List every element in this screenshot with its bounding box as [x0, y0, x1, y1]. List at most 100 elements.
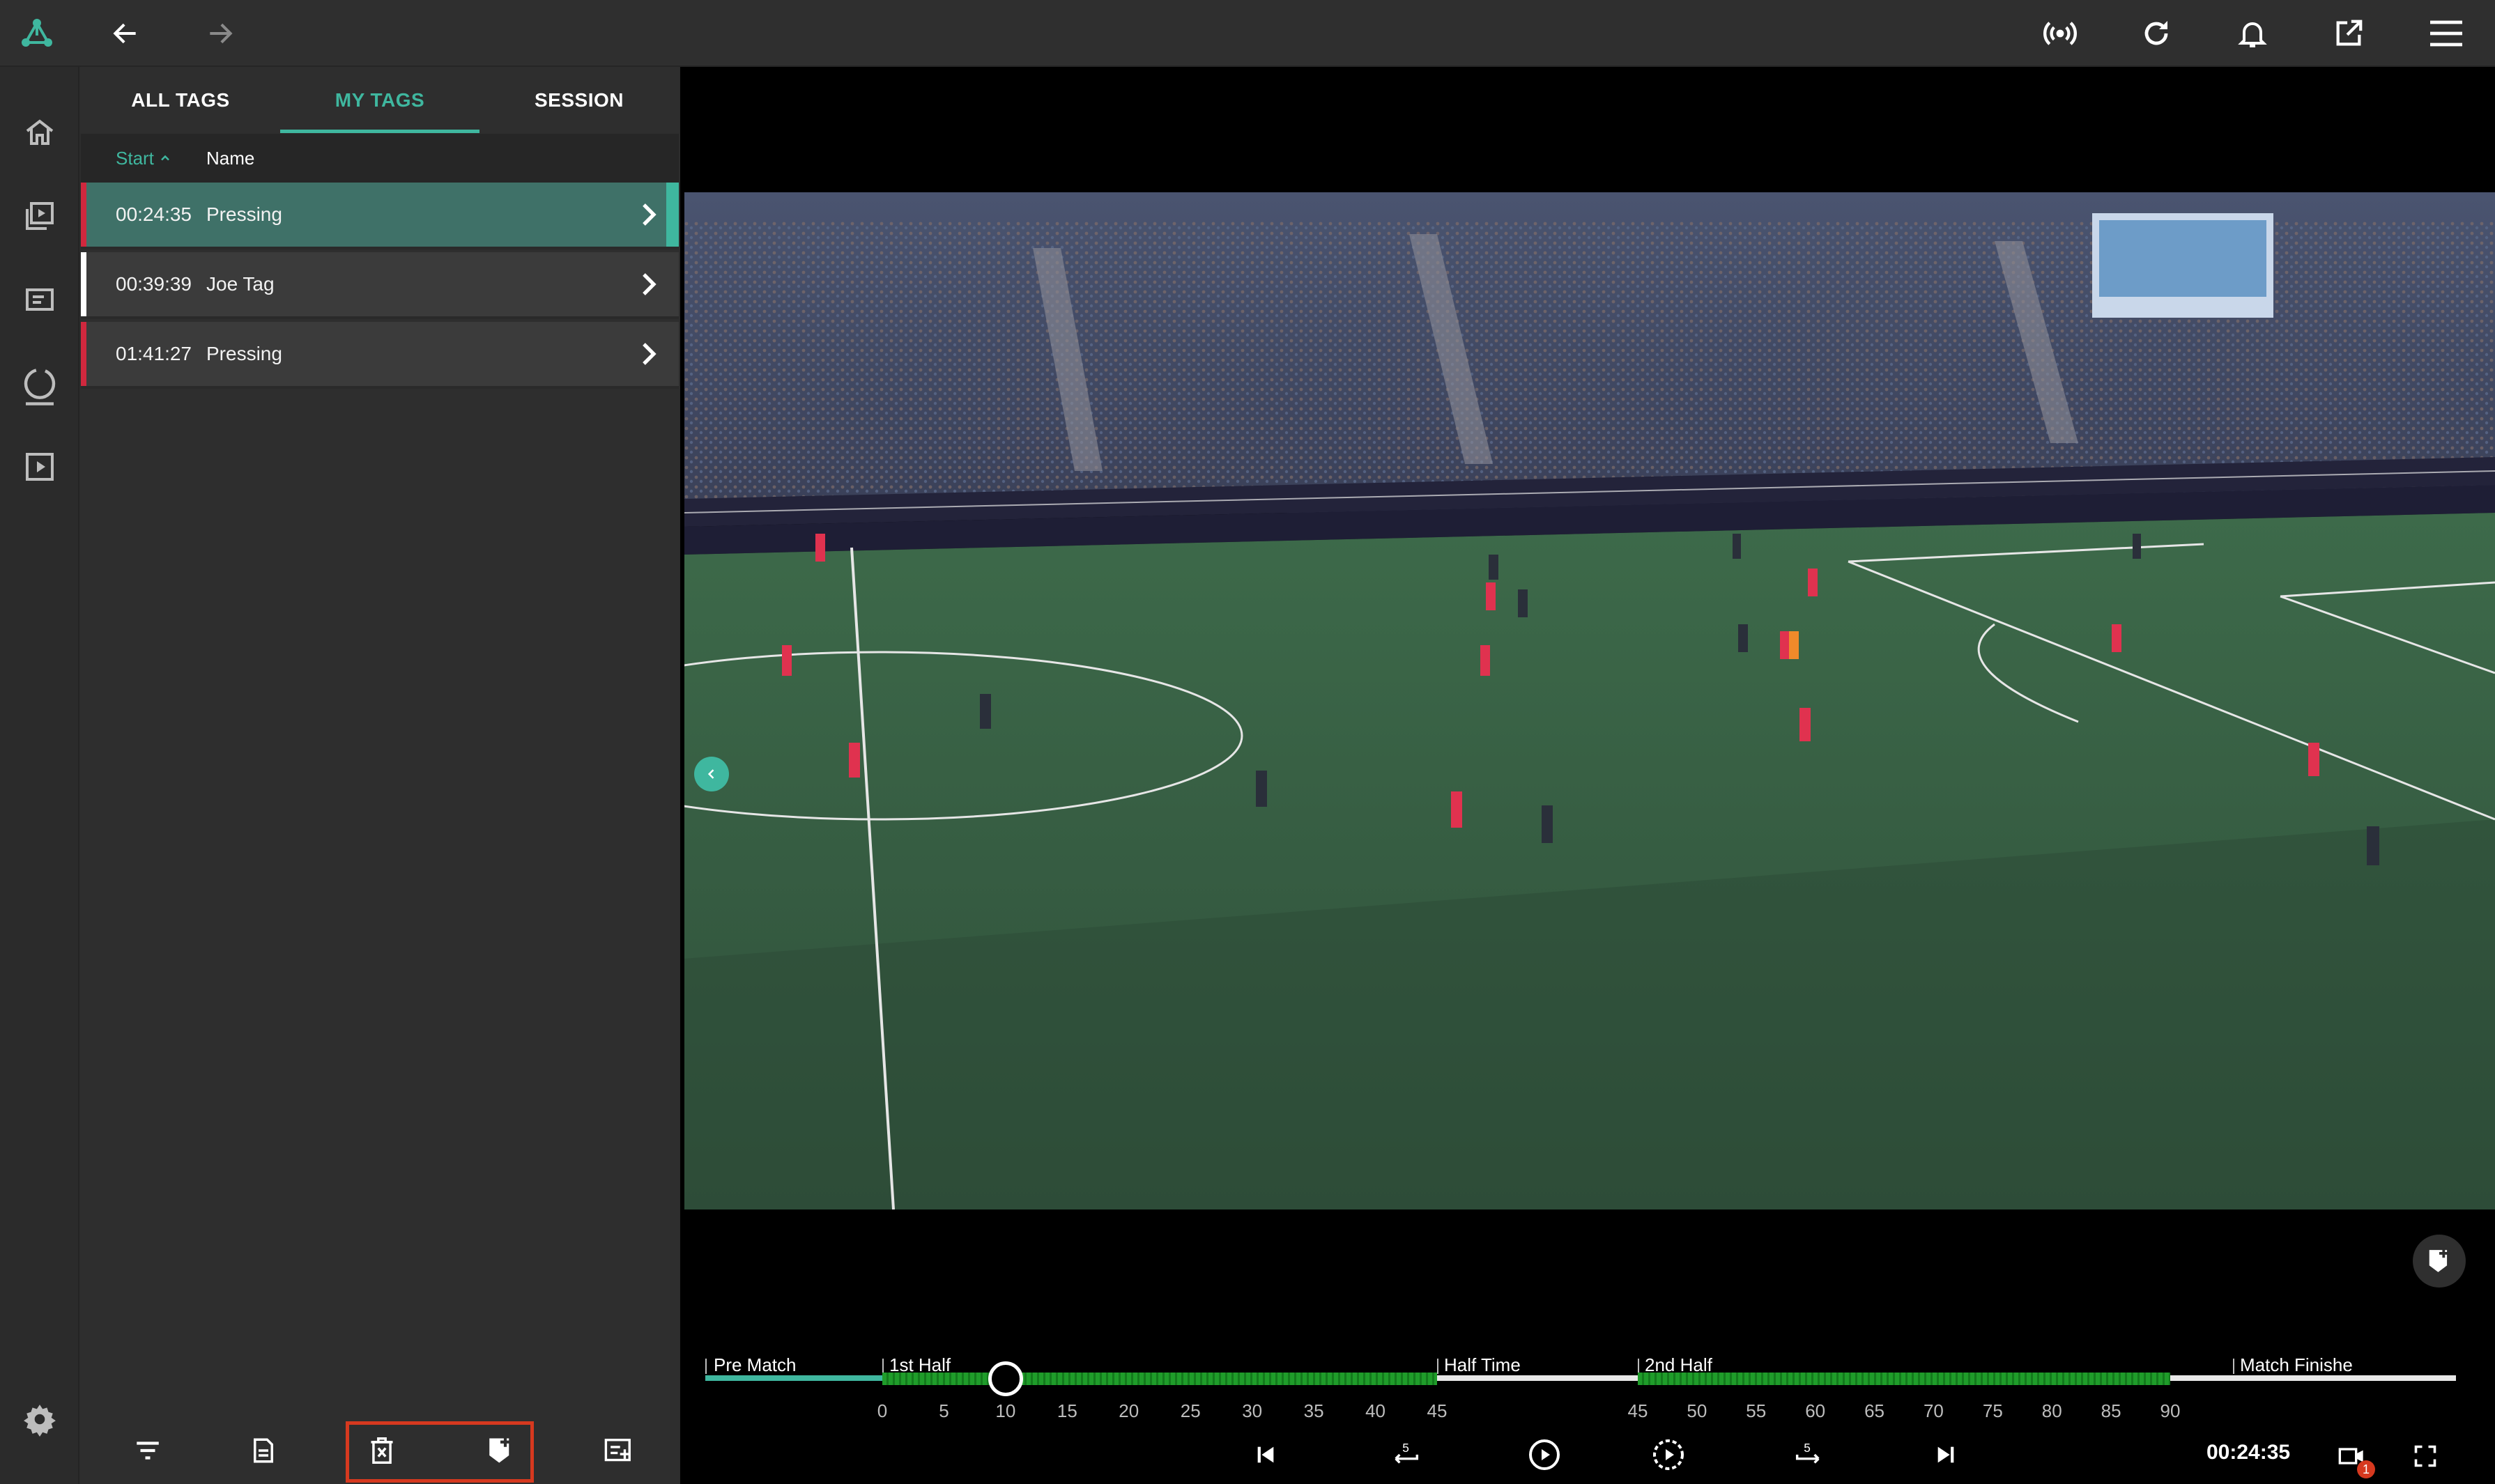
- timeline-bar: Pre Match 1st Half Half Time 2nd Half Ma…: [680, 1331, 2495, 1484]
- menu-icon[interactable]: [2424, 13, 2469, 54]
- add-tag-icon: [2429, 1249, 2448, 1272]
- segment-marker: [1638, 1359, 1639, 1374]
- name-column-label: Name: [206, 147, 255, 169]
- timeline-tick-label: 10: [995, 1400, 1016, 1421]
- broadcast-icon[interactable]: [2039, 13, 2081, 54]
- timeline-tick-label: 65: [1864, 1400, 1885, 1421]
- fast-forward-5-icon[interactable]: 5: [1786, 1432, 1830, 1474]
- panel-toolbar: [81, 1416, 679, 1484]
- skip-previous-icon[interactable]: [1245, 1435, 1287, 1474]
- timeline-tick-label: 75: [1982, 1400, 2003, 1421]
- timeline-tick-label: 5: [939, 1400, 949, 1421]
- timeline-tick-label: 70: [1923, 1400, 1944, 1421]
- tab-all-tags[interactable]: ALL TAGS: [81, 67, 280, 134]
- chevron-left-icon: [707, 769, 714, 779]
- tag-name: Pressing: [206, 343, 282, 364]
- quick-tag-button[interactable]: [2413, 1235, 2466, 1288]
- segment-label-match-finished: Match Finishe: [2240, 1354, 2353, 1375]
- arrow-right-icon[interactable]: [199, 14, 241, 53]
- refresh-icon[interactable]: [2135, 13, 2177, 54]
- collapse-panel-button[interactable]: [694, 757, 729, 791]
- timeline-tick-label: 0: [877, 1400, 888, 1421]
- slow-motion-icon[interactable]: [1646, 1432, 1691, 1477]
- timeline-tick-label: 50: [1687, 1400, 1707, 1421]
- timeline-tick-label: 15: [1057, 1400, 1077, 1421]
- timeline-tick-label: 40: [1365, 1400, 1386, 1421]
- selected-row-indicator: [666, 183, 679, 247]
- tag-name: Joe Tag: [206, 273, 275, 295]
- external-link-icon[interactable]: [2328, 13, 2370, 54]
- timeline-tick-label: 60: [1805, 1400, 1826, 1421]
- timeline-tick-label: 45: [1427, 1400, 1448, 1421]
- skip-next-icon[interactable]: [1925, 1435, 1967, 1474]
- pre-match-progress: [705, 1375, 882, 1381]
- add-to-playlist-icon[interactable]: [594, 1428, 644, 1473]
- segment-marker: [882, 1359, 884, 1374]
- tag-start-time: 01:41:27: [116, 343, 192, 364]
- play-icon[interactable]: [1522, 1432, 1567, 1477]
- tag-start-time: 00:24:35: [116, 203, 192, 225]
- sort-start-header[interactable]: Start: [116, 134, 172, 183]
- active-tab-indicator: [280, 130, 479, 133]
- video-stage: [680, 67, 2495, 1484]
- left-rail: [0, 67, 79, 1484]
- current-time: 00:24:35: [2206, 1441, 2291, 1464]
- bell-icon[interactable]: [2232, 13, 2273, 54]
- tab-session[interactable]: SESSION: [479, 67, 679, 134]
- video-library-icon[interactable]: [15, 194, 64, 238]
- timeline-tick-label: 85: [2101, 1400, 2121, 1421]
- tag-row[interactable]: 00:39:39 Joe Tag: [81, 252, 679, 319]
- segment-marker: [1437, 1359, 1438, 1374]
- tag-color-bar: [81, 322, 86, 386]
- home-icon[interactable]: [15, 110, 64, 155]
- timeline-tick-label: 30: [1242, 1400, 1263, 1421]
- playlist-icon[interactable]: [15, 277, 64, 322]
- second-half-activity: [1638, 1373, 2170, 1385]
- tab-my-tags[interactable]: MY TAGS: [280, 67, 479, 134]
- playhead-handle[interactable]: [988, 1361, 1023, 1396]
- arrow-left-icon[interactable]: [105, 14, 146, 53]
- gear-icon[interactable]: [15, 1396, 64, 1442]
- play-box-icon[interactable]: [15, 445, 64, 489]
- camera-switch-icon[interactable]: 1: [2329, 1435, 2375, 1478]
- tag-row[interactable]: 00:24:35 Pressing: [81, 183, 679, 249]
- timeline-tick-label: 55: [1746, 1400, 1767, 1421]
- svg-text:5: 5: [1402, 1441, 1409, 1455]
- sort-ascending-icon: [161, 155, 169, 161]
- timeline-tick-label: 20: [1119, 1400, 1139, 1421]
- document-icon[interactable]: [238, 1428, 289, 1473]
- first-half-activity: [882, 1373, 1437, 1385]
- add-tag-icon[interactable]: [475, 1428, 525, 1473]
- tag-start-time: 00:39:39: [116, 273, 192, 295]
- camera-badge: 1: [2357, 1460, 2375, 1478]
- chevron-right-icon[interactable]: [640, 183, 659, 247]
- timeline-tick-label: 90: [2160, 1400, 2181, 1421]
- timeline-tick-label: 45: [1627, 1400, 1648, 1421]
- chevron-right-icon[interactable]: [640, 252, 659, 316]
- tag-name: Pressing: [206, 203, 282, 225]
- top-bar: [0, 0, 2495, 67]
- start-column-label: Start: [116, 147, 154, 169]
- sync-icon[interactable]: [15, 360, 64, 412]
- filter-icon[interactable]: [123, 1428, 173, 1473]
- tag-row[interactable]: 01:41:27 Pressing: [81, 322, 679, 389]
- logo-icon[interactable]: [14, 10, 60, 56]
- tag-color-bar: [81, 252, 86, 316]
- video-frame[interactable]: [684, 192, 2495, 1209]
- name-column-header[interactable]: Name: [206, 134, 254, 183]
- segment-label-pre-match: Pre Match: [714, 1354, 797, 1375]
- segment-marker: [705, 1359, 707, 1374]
- timeline-tick-label: 25: [1180, 1400, 1201, 1421]
- tag-color-bar: [81, 183, 86, 247]
- delete-tag-icon[interactable]: [357, 1428, 407, 1473]
- timeline-tick-label: 80: [2041, 1400, 2062, 1421]
- rewind-5-icon[interactable]: 5: [1384, 1432, 1429, 1474]
- segment-marker: [2233, 1359, 2234, 1374]
- fullscreen-icon[interactable]: [2404, 1435, 2446, 1477]
- tag-panel: ALL TAGS MY TAGS SESSION Start Name 00:2…: [81, 67, 679, 1484]
- segment-label-half-time: Half Time: [1444, 1354, 1521, 1375]
- column-header: Start Name: [81, 134, 679, 183]
- timeline-tick-label: 35: [1303, 1400, 1324, 1421]
- chevron-right-icon[interactable]: [640, 322, 659, 386]
- svg-text:5: 5: [1804, 1441, 1811, 1455]
